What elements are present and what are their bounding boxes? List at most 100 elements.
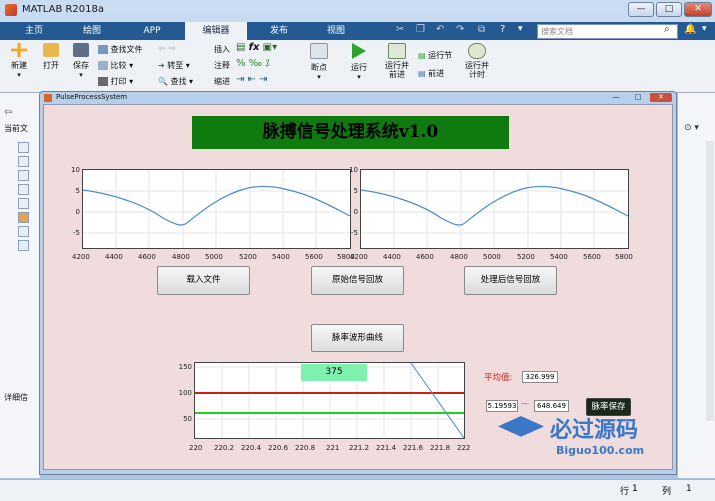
tab-editor[interactable]: 编辑器 [185,22,247,40]
xtick: 4200 [72,253,90,261]
processed-signal-plot[interactable] [360,169,629,249]
cut-icon[interactable]: ✂ [396,24,404,35]
open-button[interactable]: 打开 [36,43,66,71]
edit-icons-row1[interactable]: ▤ fx ▣▾ [236,42,277,53]
advance-icon: ▤ [418,69,426,78]
ytick: 0 [353,208,358,216]
nav-arrows-icon[interactable]: ⇦ [4,107,12,118]
run-advance-label: 运行并 前进 [385,61,409,79]
original-signal-plot[interactable] [82,169,351,249]
edit-icons-row3[interactable]: ⇥ ⇤ ⇥ [236,74,268,85]
ytick: 10 [349,166,358,174]
ytick: 5 [353,187,358,195]
copy-icon[interactable]: ❐ [416,24,425,35]
save-button[interactable]: 保存 ▾ [66,43,96,79]
notifications-icon[interactable]: 🔔 [684,24,696,35]
save-label: 保存 [73,61,89,70]
figure-close-button[interactable]: ✕ [650,93,672,102]
run-dropdown-icon: ▾ [357,73,361,81]
xtick: 5000 [205,253,223,261]
fx-icon: fx [248,42,260,53]
xtick: 221.4 [376,444,397,452]
indent-button[interactable]: 缩进 [214,76,230,87]
run-advance-button[interactable]: 运行并 前进 [380,43,414,79]
edit-icons-row2[interactable]: % ‰ ⁒ [236,58,270,69]
find-files-button[interactable]: 查找文件 [98,44,143,55]
find-files-icon [98,45,108,54]
close-button[interactable]: ✕ [684,2,712,17]
compare-button[interactable]: 比较 ▾ [98,60,133,71]
load-file-button[interactable]: 载入文件 [157,266,250,295]
graduation-cap-icon [498,416,544,437]
new-button[interactable]: 新建 ▾ [4,43,34,79]
matlab-title-bar: MATLAB R2018a — □ ✕ [0,0,715,20]
run-button[interactable]: 运行 ▾ [344,43,374,81]
xtick: 221.2 [349,444,370,452]
average-value-field[interactable]: 326.999 [522,371,558,383]
average-label: 平均值: [484,373,513,383]
xtick: 221 [326,444,340,452]
plot1-xticks: 4200 4400 4600 4800 5000 5200 5400 5600 … [72,253,362,263]
minimize-button[interactable]: — [628,2,654,17]
tab-plots[interactable]: 绘图 [68,22,116,40]
search-input[interactable]: 搜索文档 [537,24,678,39]
xtick: 5400 [272,253,290,261]
plot2-yticks: 10 5 0 -5 [344,166,358,250]
find-files-label: 查找文件 [110,45,143,54]
insert-button[interactable]: 插入 [214,44,230,55]
ytick: -5 [73,229,80,237]
pulse-rate-plot[interactable]: 375 [194,362,465,439]
dropdown-icon[interactable]: ▾ [518,24,523,34]
xtick: 5600 [305,253,323,261]
switch-window-icon[interactable]: ⧉ [478,24,485,35]
tab-publish[interactable]: 发布 [255,22,303,40]
figure-maximize-button[interactable]: □ [628,93,648,102]
redo-icon[interactable]: ↷ [456,24,464,35]
back-forward-icons[interactable]: ⇦ ⇨ [158,44,176,54]
ribbon-expand-icon[interactable]: ▾ [702,24,707,34]
file-tree[interactable] [6,139,36,279]
find-button[interactable]: 🔍 查找 ▾ [158,76,193,87]
run-section-button[interactable]: ▤ 运行节 [418,50,452,61]
ytick: 100 [178,389,192,397]
goto-button[interactable]: ➜ 转至 ▾ [158,60,190,71]
range-separator: — [521,399,529,408]
tab-home[interactable]: 主页 [10,22,58,40]
print-button[interactable]: 打印 ▾ [98,76,133,87]
indent-label: 缩进 [214,77,230,86]
pulse-wave-button[interactable]: 脉率波形曲线 [311,324,404,352]
file-item-icon [18,184,29,195]
xtick: 4600 [416,253,434,261]
maximize-button[interactable]: □ [656,2,682,17]
figure-minimize-button[interactable]: — [606,93,626,102]
undo-icon[interactable]: ↶ [436,24,444,35]
advance-label: 前进 [428,69,445,78]
panel-scrollbar[interactable] [706,141,714,421]
current-folder-panel: ⇦ 当前文 详细信 [0,93,41,478]
col-value: 1 [686,484,692,494]
figure-logo-icon [44,94,52,102]
xtick: 4600 [138,253,156,261]
xtick: 222 [457,444,471,452]
play-original-button[interactable]: 原始信号回放 [311,266,404,295]
play-processed-button[interactable]: 处理后信号回放 [464,266,557,295]
breakpoints-dropdown-icon: ▾ [317,73,321,81]
compare-label: 比较 [110,61,127,70]
tab-apps[interactable]: APP [128,22,176,40]
breakpoints-button[interactable]: 断点 ▾ [304,43,334,81]
comment-button[interactable]: 注释 [214,60,230,71]
advance-button[interactable]: ▤ 前进 [418,68,444,79]
details-label: 详细信 [4,393,28,402]
matlab-logo-icon [5,4,17,16]
xtick: 4400 [383,253,401,261]
search-icon[interactable]: ⌕ [664,24,670,35]
run-section-label: 运行节 [428,51,453,60]
file-item-icon [18,198,29,209]
new-icon [11,43,27,57]
panel-menu-icon[interactable]: ⊙ ▾ [684,123,699,133]
tab-view[interactable]: 视图 [312,22,360,40]
help-icon[interactable]: ? [500,24,505,35]
original-signal-svg [83,170,350,248]
run-time-button[interactable]: 运行并 计时 [460,43,494,79]
pulse-value-box: 375 [301,364,367,381]
